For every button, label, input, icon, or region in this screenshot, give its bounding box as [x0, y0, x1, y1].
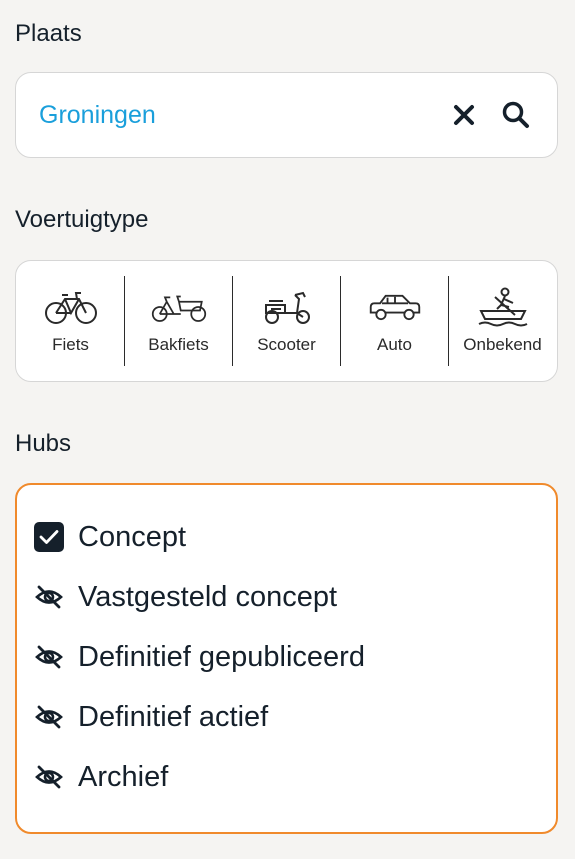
- vehicle-type-selector: Fiets Bakfiets Scooter Auto Onbekend: [15, 260, 558, 382]
- eye-slash-icon[interactable]: [34, 582, 64, 612]
- hub-label: Definitief actief: [78, 700, 269, 733]
- hubs-filter-list: Concept Vastgesteld concept Definitief g…: [15, 483, 558, 834]
- vehicle-option-auto[interactable]: Auto: [340, 276, 448, 366]
- hubs-label: Hubs: [15, 430, 72, 457]
- hub-option-archief[interactable]: Archief: [34, 747, 556, 807]
- hub-option-vastgesteld-concept[interactable]: Vastgesteld concept: [34, 567, 556, 627]
- place-search-input[interactable]: Groningen: [39, 101, 447, 130]
- search-button[interactable]: [499, 98, 533, 132]
- cargo-bike-icon: [151, 295, 206, 322]
- hub-option-definitief-gepubliceerd[interactable]: Definitief gepubliceerd: [34, 627, 556, 687]
- car-icon: [369, 294, 420, 321]
- bicycle-icon: [44, 292, 97, 324]
- clear-button[interactable]: [447, 98, 481, 132]
- close-icon: [454, 105, 474, 125]
- eye-slash-icon[interactable]: [34, 642, 64, 672]
- eye-slash-icon[interactable]: [34, 702, 64, 732]
- eye-slash-icon[interactable]: [34, 762, 64, 792]
- vehicle-label: Auto: [377, 335, 412, 354]
- place-label: Plaats: [15, 20, 82, 47]
- vehicle-option-bakfiets[interactable]: Bakfiets: [124, 276, 232, 366]
- checkbox[interactable]: [34, 522, 64, 552]
- hub-label: Definitief gepubliceerd: [78, 640, 365, 673]
- vehicle-label: Onbekend: [463, 335, 542, 354]
- vehicle-label: Scooter: [257, 335, 316, 354]
- vehicle-label: Bakfiets: [148, 335, 209, 354]
- scooter-icon: [264, 291, 310, 324]
- hub-option-concept[interactable]: Concept: [34, 507, 556, 567]
- hub-label: Archief: [78, 760, 169, 793]
- vehicle-option-onbekend[interactable]: Onbekend: [448, 276, 556, 366]
- vehicle-label: Fiets: [52, 335, 89, 354]
- search-icon: [502, 101, 529, 128]
- vehicle-option-scooter[interactable]: Scooter: [232, 276, 340, 366]
- boat-icon: [478, 287, 527, 327]
- hub-label: Concept: [78, 520, 187, 553]
- vehicle-option-fiets[interactable]: Fiets: [17, 276, 124, 366]
- hub-label: Vastgesteld concept: [78, 580, 338, 613]
- hub-option-definitief-actief[interactable]: Definitief actief: [34, 687, 556, 747]
- place-search-field[interactable]: Groningen: [15, 72, 558, 158]
- checkmark-icon: [39, 530, 59, 544]
- vehicle-type-label: Voertuigtype: [15, 206, 149, 233]
